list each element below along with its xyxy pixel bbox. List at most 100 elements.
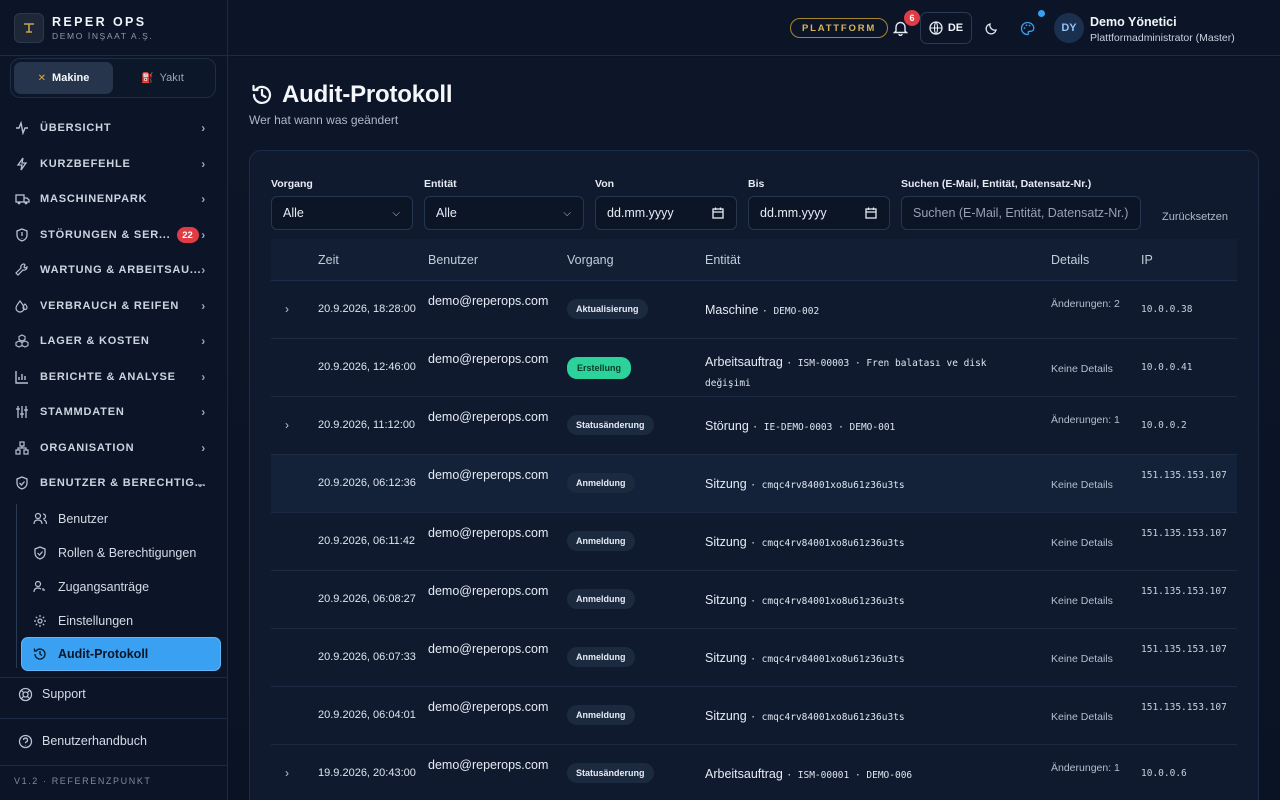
chevron-right-icon: › bbox=[201, 370, 206, 384]
expand-chevron-icon[interactable]: › bbox=[285, 302, 289, 316]
table-row[interactable]: › 20.9.2026, 11:12:00 demo@reperops.com Sta… bbox=[271, 397, 1237, 455]
row-entity: Sitzung · cmqc4rv84001xo8u61z36u3ts bbox=[705, 651, 905, 665]
sidebar-item-verbrauch[interactable]: VERBRAUCH & REIFEN › bbox=[14, 291, 214, 321]
sidebar-item-stoerungen[interactable]: STÖRUNGEN & SER... 22 › bbox=[14, 220, 214, 250]
support-link[interactable]: Support bbox=[16, 681, 86, 707]
sidebar-item-benutzer-berechtigungen[interactable]: BENUTZER & BERECHTIG... ⌄ bbox=[14, 468, 214, 498]
filter-from-date[interactable]: dd.mm.yyyy bbox=[595, 196, 737, 230]
chevron-right-icon: › bbox=[201, 299, 206, 313]
avatar[interactable]: DY bbox=[1054, 13, 1084, 43]
row-details: Keine Details bbox=[1051, 595, 1113, 607]
column-header-zeit[interactable]: Zeit bbox=[318, 253, 339, 267]
row-details[interactable]: Änderungen: 1 bbox=[1051, 413, 1123, 427]
switch-makine-button[interactable]: ✕ Makine bbox=[14, 62, 113, 94]
sidebar-subitem-label: Benutzer bbox=[58, 512, 109, 526]
chevron-right-icon: › bbox=[201, 405, 206, 419]
row-operation: Anmeldung bbox=[567, 589, 635, 609]
chevron-right-icon: › bbox=[201, 334, 206, 348]
column-header-ip[interactable]: IP bbox=[1141, 253, 1153, 267]
filter-entity-select[interactable]: Alle ⌵ bbox=[424, 196, 584, 230]
brand[interactable]: REPER OPS DEMO İNŞAAT A.Ş. bbox=[0, 0, 227, 56]
sidebar-subitem-einstellungen[interactable]: Einstellungen bbox=[32, 608, 218, 634]
stoerungen-count-badge: 22 bbox=[176, 227, 199, 243]
sidebar-subitem-audit-protokoll[interactable]: Audit-Protokoll bbox=[22, 638, 220, 670]
truck-icon bbox=[14, 191, 30, 207]
column-header-entitaet[interactable]: Entität bbox=[705, 253, 740, 267]
row-entity: Maschine · DEMO-002 bbox=[705, 303, 820, 317]
row-details: Keine Details bbox=[1051, 479, 1113, 491]
table-row[interactable]: › 19.9.2026, 20:43:00 demo@reperops.com Sta… bbox=[271, 745, 1237, 800]
entity-type: Sitzung bbox=[705, 651, 747, 665]
expand-chevron-icon[interactable]: › bbox=[285, 766, 289, 780]
table-row[interactable]: 20.9.2026, 06:12:36 demo@reperops.com Anme… bbox=[271, 455, 1237, 513]
manual-link[interactable]: Benutzerhandbuch bbox=[16, 728, 147, 754]
sidebar-item-lager[interactable]: LAGER & KOSTEN › bbox=[14, 326, 214, 356]
filter-to-date[interactable]: dd.mm.yyyy bbox=[748, 196, 890, 230]
filter-to-value: dd.mm.yyyy bbox=[760, 206, 827, 220]
row-user: demo@reperops.com bbox=[428, 642, 549, 656]
sidebar-subitem-label: Einstellungen bbox=[58, 614, 134, 628]
row-time: 20.9.2026, 18:28:00 bbox=[318, 303, 416, 315]
row-details: Keine Details bbox=[1051, 711, 1113, 723]
sidebar-item-organisation[interactable]: ORGANISATION › bbox=[14, 433, 214, 463]
row-entity: Störung · IE-DEMO-0003 · DEMO-001 bbox=[705, 419, 896, 433]
sidebar-item-kurzbefehle[interactable]: KURZBEFEHLE › bbox=[14, 149, 214, 179]
moon-icon[interactable] bbox=[981, 17, 1003, 39]
row-operation: Anmeldung bbox=[567, 473, 635, 493]
sidebar-subitem-benutzer[interactable]: Benutzer bbox=[32, 506, 218, 532]
calendar-icon[interactable] bbox=[865, 207, 877, 219]
sidebar-item-maschinenpark[interactable]: MASCHINENPARK › bbox=[14, 184, 214, 214]
palette-icon[interactable] bbox=[1016, 17, 1038, 39]
filter-to-label: Bis bbox=[748, 178, 765, 190]
user-name[interactable]: Demo Yönetici bbox=[1090, 15, 1177, 29]
entity-type: Sitzung bbox=[705, 535, 747, 549]
filter-entity-value: Alle bbox=[436, 206, 457, 220]
help-circle-icon bbox=[16, 734, 34, 749]
column-header-details[interactable]: Details bbox=[1051, 253, 1089, 267]
search-input[interactable]: Suchen (E-Mail, Entität, Datensatz-Nr.) bbox=[901, 196, 1141, 230]
boxes-icon bbox=[14, 333, 30, 349]
sidebar-item-uebersicht[interactable]: ÜBERSICHT › bbox=[14, 113, 214, 143]
row-details[interactable]: Änderungen: 2 bbox=[1051, 297, 1123, 311]
entity-type: Maschine bbox=[705, 303, 759, 317]
table-row[interactable]: 20.9.2026, 12:46:00 demo@reperops.com Erst… bbox=[271, 339, 1237, 397]
sidebar-item-berichte[interactable]: BERICHTE & ANALYSE › bbox=[14, 362, 214, 392]
sidebar-subitem-zugangsantraege[interactable]: Zugangsanträge bbox=[32, 574, 218, 600]
chevron-down-icon: ⌵ bbox=[392, 207, 400, 219]
table-header: Zeit Benutzer Vorgang Entität Details IP bbox=[271, 239, 1237, 281]
table-row[interactable]: 20.9.2026, 06:11:42 demo@reperops.com Anme… bbox=[271, 513, 1237, 571]
row-ip: 151.135.153.107 bbox=[1141, 644, 1227, 655]
table-row[interactable]: 20.9.2026, 06:04:01 demo@reperops.com Anme… bbox=[271, 687, 1237, 745]
switch-yakit-button[interactable]: ⛽ Yakıt bbox=[113, 62, 212, 94]
expand-chevron-icon[interactable]: › bbox=[285, 418, 289, 432]
table-row[interactable]: 20.9.2026, 06:07:33 demo@reperops.com Anme… bbox=[271, 629, 1237, 687]
row-ip: 151.135.153.107 bbox=[1141, 528, 1227, 539]
row-time: 20.9.2026, 06:04:01 bbox=[318, 709, 416, 721]
row-operation: Anmeldung bbox=[567, 647, 635, 667]
sidebar-item-wartung[interactable]: WARTUNG & ARBEITSAU... › bbox=[14, 255, 214, 285]
filter-operation-select[interactable]: Alle ⌵ bbox=[271, 196, 413, 230]
column-header-vorgang[interactable]: Vorgang bbox=[567, 253, 614, 267]
row-user: demo@reperops.com bbox=[428, 410, 549, 424]
table-row[interactable]: 20.9.2026, 06:08:27 demo@reperops.com Anme… bbox=[271, 571, 1237, 629]
sidebar-item-stammdaten[interactable]: STAMMDATEN › bbox=[14, 397, 214, 427]
row-details[interactable]: Änderungen: 1 bbox=[1051, 761, 1123, 775]
calendar-icon[interactable] bbox=[712, 207, 724, 219]
row-entity: Sitzung · cmqc4rv84001xo8u61z36u3ts bbox=[705, 593, 905, 607]
row-details: Keine Details bbox=[1051, 537, 1113, 549]
entity-reference: cmqc4rv84001xo8u61z36u3ts bbox=[761, 712, 905, 723]
sidebar-subitem-rollen[interactable]: Rollen & Berechtigungen bbox=[32, 540, 218, 566]
lifebuoy-icon bbox=[16, 687, 34, 702]
manual-label: Benutzerhandbuch bbox=[42, 734, 147, 748]
platform-pill[interactable]: PLATTFORM bbox=[790, 18, 889, 38]
table-row[interactable]: › 20.9.2026, 18:28:00 demo@reperops.com Akt… bbox=[271, 281, 1237, 339]
entity-type: Sitzung bbox=[705, 593, 747, 607]
operation-badge: Anmeldung bbox=[567, 531, 635, 551]
operation-badge: Erstellung bbox=[567, 357, 632, 379]
sidebar-subitem-label: Audit-Protokoll bbox=[58, 647, 149, 661]
reset-button[interactable]: Zurücksetzen bbox=[1162, 211, 1228, 223]
page-title-text: Audit-Protokoll bbox=[282, 81, 453, 108]
brand-name: REPER OPS bbox=[52, 14, 147, 29]
column-header-benutzer[interactable]: Benutzer bbox=[428, 253, 478, 267]
language-button[interactable]: DE bbox=[920, 12, 972, 44]
